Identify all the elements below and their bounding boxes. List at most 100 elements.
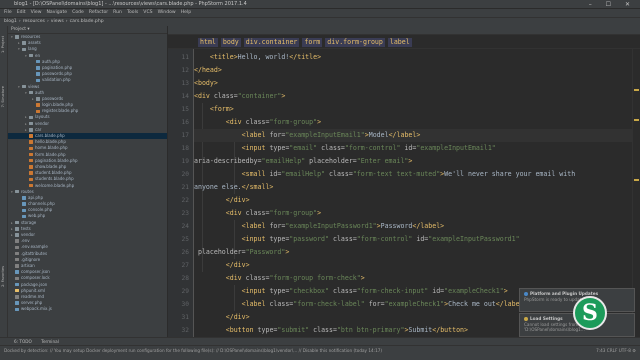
code-line[interactable]: <label for="exampleInputPassword1">Passw… (194, 220, 445, 233)
scroll-marker[interactable] (634, 119, 639, 121)
file-icon (36, 60, 40, 64)
file-icon (29, 152, 33, 157)
code-token: "form-group form-check" (269, 274, 361, 282)
file-icon (15, 276, 19, 280)
menu-item-vcs[interactable]: VCS (143, 10, 152, 15)
code-token: class= (329, 170, 353, 178)
menu-item-edit[interactable]: Edit (17, 10, 26, 15)
nav-crumb[interactable]: blog1 (4, 19, 17, 24)
code-line[interactable]: <div class="container"> (194, 90, 285, 103)
line-number: 17 (181, 132, 189, 139)
code-token: for= (269, 222, 286, 230)
code-line[interactable]: anyone else.</small> (194, 181, 273, 194)
breadcrumb-tag[interactable]: label (387, 38, 412, 47)
menu-item-file[interactable]: File (4, 10, 12, 15)
window-controls[interactable]: – ☐ ✕ (589, 0, 636, 9)
file-icon (29, 165, 33, 169)
menu-item-help[interactable]: Help (181, 10, 191, 15)
menu-bar: File Edit View Navigate Code Refactor Run Tools… (0, 9, 640, 17)
code-line[interactable]: <label class="form-check-label" for="exa… (194, 298, 528, 311)
code-line[interactable]: aria-describedby="emailHelp" placeholder… (194, 155, 412, 168)
breadcrumb-tag[interactable]: html (198, 38, 218, 47)
code-line[interactable]: <div class="form-group"> (194, 207, 321, 220)
code-line[interactable]: placeholder="Password"> (194, 246, 289, 259)
nav-crumb[interactable]: cars.blade.php (70, 19, 104, 24)
menu-item-navigate[interactable]: Navigate (47, 10, 68, 15)
scroll-marker[interactable] (634, 89, 639, 91)
code-token: > (281, 92, 286, 100)
code-line[interactable]: <div class="form-group form-check"> (194, 272, 365, 285)
code-line[interactable]: <form> (194, 103, 234, 116)
code-token: <input (194, 287, 270, 295)
tree-item-label: hello.blade.php (35, 139, 66, 145)
code-token: <div (194, 274, 246, 282)
code-token: id= (432, 287, 445, 295)
code-token: class= (245, 209, 270, 217)
breadcrumb-tag[interactable]: body (220, 38, 241, 47)
project-tree-header[interactable]: Project ▾ (8, 26, 167, 34)
favorites-tool-tab[interactable]: 2: Favorites (1, 266, 7, 287)
tree-item[interactable]: webpack.mix.js (8, 306, 167, 312)
code-line[interactable]: </head> (194, 64, 222, 77)
folder-icon (29, 115, 33, 120)
code-token: type= (257, 326, 278, 334)
code-line[interactable]: </div> (194, 259, 250, 272)
code-token: id= (269, 170, 282, 178)
tree-item-label: register.blade.php (42, 108, 79, 114)
code-token: > (408, 157, 413, 165)
code-line[interactable]: <small id="emailHelp" class="form-text t… (194, 168, 576, 181)
code-token: "Enter email" (356, 157, 409, 165)
tree-item-label: phpunit.xml (21, 287, 46, 293)
file-icon (29, 134, 33, 138)
code-token: anyone else. (194, 183, 242, 191)
code-token: </label> (412, 222, 445, 230)
line-number: 11 (181, 54, 189, 61)
code-line[interactable]: </div> (194, 311, 250, 324)
status-message[interactable]: Docked by detection: // You may setup Do… (4, 348, 382, 353)
code-line[interactable]: <body> (194, 77, 218, 90)
line-number: 20 (181, 171, 189, 178)
terminal-tool-tab[interactable]: Terminal (41, 339, 59, 344)
code-token: > (360, 274, 365, 282)
tree-item-label: auth (35, 89, 45, 95)
tree-item-label: layouts (35, 114, 50, 120)
chevron-right-icon: › (46, 19, 49, 24)
menu-item-run[interactable]: Run (113, 10, 122, 15)
code-token: "password" (289, 235, 333, 243)
menu-item-code[interactable]: Code (72, 10, 84, 15)
code-token: <label (194, 300, 270, 308)
structure-tool-tab[interactable]: 7: Structure (1, 86, 7, 107)
status-indicators[interactable]: 7:43 CRLF UTF-8 ⚙ (596, 347, 636, 354)
menu-item-refactor[interactable]: Refactor (89, 10, 108, 15)
nav-crumb[interactable]: resources (23, 19, 45, 24)
code-line[interactable]: </div> (194, 194, 250, 207)
scroll-marker[interactable] (634, 179, 639, 181)
code-line[interactable]: <label for="exampleInputEmail1">Model</l… (194, 129, 632, 142)
file-icon (29, 140, 33, 144)
code-line[interactable]: <input type="email" class="form-control"… (194, 142, 496, 155)
menu-item-tools[interactable]: Tools (127, 10, 138, 15)
code-token: </head> (194, 66, 222, 74)
menu-item-view[interactable]: View (31, 10, 42, 15)
file-icon (15, 245, 19, 250)
breadcrumb-tag[interactable]: div.form-group (325, 38, 385, 47)
menu-item-window[interactable]: Window (158, 10, 176, 15)
code-line[interactable]: <div class="form-group"> (194, 116, 321, 129)
code-token: "exampleInputEmail1" (285, 131, 365, 139)
todo-tool-tab[interactable]: 6: TODO (14, 339, 32, 344)
code-line[interactable]: <title>Hello, world!</title> (194, 51, 321, 64)
breadcrumb-tag[interactable]: div.container (243, 38, 300, 47)
code-line[interactable]: <button type="submit" class="btn btn-pri… (194, 324, 468, 337)
code-token: Password (380, 222, 413, 230)
code-line[interactable]: <input type="checkbox" class="form-check… (194, 285, 508, 298)
code-token: Submit (408, 326, 433, 334)
project-tool-tab[interactable]: 1: Project (1, 36, 7, 53)
nav-crumb[interactable]: views (51, 19, 64, 24)
project-tree: Project ▾ ▾ resources ▸ assets ▾ lang ▾ en auth.… (8, 26, 168, 346)
code-token: "form-control" (356, 235, 417, 243)
breadcrumb-tag[interactable]: form (302, 38, 323, 47)
file-icon (22, 208, 26, 212)
file-icon (15, 258, 19, 262)
code-line[interactable]: <input type="password" class="form-contr… (194, 233, 520, 246)
file-icon (29, 177, 33, 181)
